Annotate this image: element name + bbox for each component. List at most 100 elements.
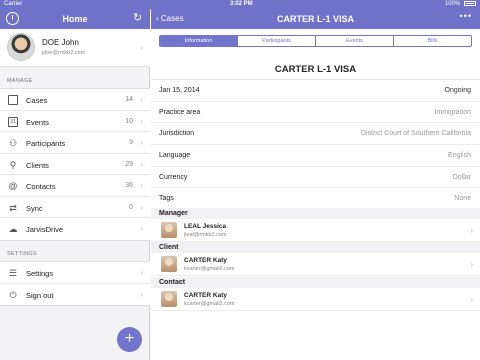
sidebar-item-label: Sign out: [26, 290, 54, 300]
refresh-icon[interactable]: ↻: [133, 11, 142, 24]
chevron-right-icon: ›: [140, 138, 143, 147]
manager-row[interactable]: LEAL Jessica jleal@rmkb2.com ›: [151, 219, 480, 242]
sidebar-item-label: Participants: [26, 139, 66, 148]
folder-icon: [8, 95, 18, 105]
info-row-practice-area: Practice area Immigration: [151, 102, 480, 124]
section-label-manage: MANAGE: [7, 78, 33, 84]
cloud-icon: ☁: [8, 224, 18, 234]
tab-information[interactable]: Information: [160, 36, 238, 46]
avatar: [161, 222, 177, 238]
info-value: Ongoing: [444, 87, 471, 94]
chevron-right-icon: ›: [140, 116, 143, 126]
info-value: District Court of Southern California: [360, 130, 471, 138]
person-email: jleal@rmkb2.com: [184, 232, 227, 238]
sidebar-item-settings[interactable]: ☰ Settings ›: [0, 262, 150, 284]
info-key: Currency: [159, 173, 188, 181]
sidebar-item-count: 9: [129, 139, 133, 146]
section-label-settings: SETTINGS: [7, 251, 37, 257]
sidebar-item-label: Cases: [26, 96, 48, 105]
info-key: Jan 15, 2014: [159, 87, 200, 94]
profile-name: DOE John: [42, 38, 79, 47]
info-key: Jurisdiction: [159, 130, 195, 138]
info-value: Dollar: [452, 173, 471, 181]
chevron-right-icon: ›: [470, 260, 473, 269]
sidebar-item-clients[interactable]: ⚲ Clients 29 ›: [0, 154, 150, 175]
profile-email: jdoe@rmkb2.com: [42, 50, 86, 56]
user-profile[interactable]: DOE John jdoe@rmkb2.com ›: [0, 29, 150, 67]
info-row-language: Language English: [151, 145, 480, 167]
info-row-date: Jan 15, 2014 Ongoing: [151, 80, 480, 102]
sidebar-item-label: Contacts: [26, 182, 56, 191]
tab-participants[interactable]: Participants: [238, 36, 316, 46]
sidebar-item-participants[interactable]: ⚇ Participants 9 ›: [0, 132, 150, 154]
sidebar-item-contacts[interactable]: @ Contacts 36 ›: [0, 175, 150, 197]
manage-menu: Cases 14 › 31 Events 10 › ⚇ Participants…: [0, 88, 150, 241]
sidebar-item-events[interactable]: 31 Events 10 ›: [0, 111, 150, 132]
sidebar: Home ↻ DOE John jdoe@rmkb2.com › MANAGE …: [0, 9, 150, 360]
settings-menu: ☰ Settings › ⏻ Sign out ›: [0, 261, 150, 306]
detail-pane: ‹ Cases CARTER L-1 VISA ••• Information …: [151, 9, 480, 360]
sidebar-navbar: Home ↻: [0, 9, 150, 29]
person-email: kcarter@gmail2.com: [184, 266, 235, 272]
sidebar-item-label: Clients: [26, 160, 49, 170]
at-icon: @: [8, 181, 18, 191]
info-row-currency: Currency Dollar: [151, 167, 480, 189]
tab-events[interactable]: Events: [316, 36, 394, 46]
more-icon[interactable]: •••: [460, 11, 472, 21]
chevron-right-icon: ›: [470, 295, 473, 304]
people-icon: ⚇: [8, 138, 18, 148]
client-row[interactable]: CARTER Katy kcarter@gmail2.com ›: [151, 253, 480, 276]
carrier-label: Carrier: [4, 1, 23, 7]
info-row-tags: Tags None: [151, 188, 480, 211]
info-value: English: [448, 152, 471, 160]
person-email: kcarter@gmail2.com: [184, 301, 235, 307]
sidebar-item-sync[interactable]: ⇄ Sync 0 ›: [0, 197, 150, 218]
sidebar-item-count: 29: [125, 160, 133, 168]
chevron-right-icon: ›: [140, 224, 143, 233]
info-row-jurisdiction: Jurisdiction District Court of Southern …: [151, 123, 480, 146]
battery-icon: [464, 1, 476, 6]
info-value: None: [454, 195, 471, 203]
sidebar-item-cases[interactable]: Cases 14 ›: [0, 89, 150, 111]
avatar: [161, 256, 177, 272]
sidebar-item-label: JarvisDrive: [26, 225, 64, 234]
person-name: LEAL Jessica: [184, 223, 227, 230]
chevron-right-icon: ›: [140, 43, 143, 52]
person-icon: ⚲: [9, 159, 17, 170]
calendar-icon: 31: [8, 116, 18, 127]
battery-indicator: 100%: [445, 1, 476, 7]
group-header-manager: Manager: [151, 208, 480, 219]
contact-row[interactable]: CARTER Katy kcarter@gmail2.com ›: [151, 288, 480, 311]
group-header-contact: Contact: [151, 277, 480, 288]
sidebar-item-label: Events: [26, 117, 49, 127]
sidebar-title: Home: [62, 14, 88, 24]
add-button[interactable]: +: [117, 327, 142, 352]
power-icon: ⏻: [9, 289, 17, 300]
chevron-right-icon: ›: [140, 268, 143, 277]
settings-icon: ☰: [8, 268, 18, 278]
clock-time: 3:02 PM: [230, 1, 253, 7]
info-value: Immigration: [434, 108, 471, 116]
sidebar-item-count: 36: [125, 182, 133, 189]
battery-percent: 100%: [444, 1, 461, 7]
sync-icon: ⇄: [9, 202, 17, 213]
segmented-tabs: Information Participants Events Bills: [159, 35, 472, 47]
sidebar-item-count: 10: [125, 117, 133, 125]
tab-bills[interactable]: Bills: [394, 36, 471, 46]
case-title: CARTER L-1 VISA: [274, 64, 357, 75]
status-bar: Carrier 3:02 PM 100%: [0, 0, 480, 9]
detail-navbar: ‹ Cases CARTER L-1 VISA •••: [151, 9, 480, 29]
avatar: [7, 33, 35, 61]
chevron-right-icon: ›: [140, 159, 143, 169]
page-title: CARTER L-1 VISA: [276, 14, 354, 24]
info-key: Practice area: [159, 108, 201, 116]
info-key: Tags: [159, 195, 174, 203]
person-name: CARTER Katy: [184, 257, 227, 264]
info-key: Language: [159, 152, 191, 160]
sidebar-item-label: Sync: [26, 203, 43, 213]
sidebar-item-sign-out[interactable]: ⏻ Sign out ›: [0, 284, 150, 306]
sidebar-item-jarvisdrive[interactable]: ☁ JarvisDrive ›: [0, 218, 150, 240]
group-header-client: Client: [151, 242, 480, 253]
sidebar-item-count: 0: [129, 203, 133, 211]
chevron-right-icon: ›: [140, 181, 143, 190]
